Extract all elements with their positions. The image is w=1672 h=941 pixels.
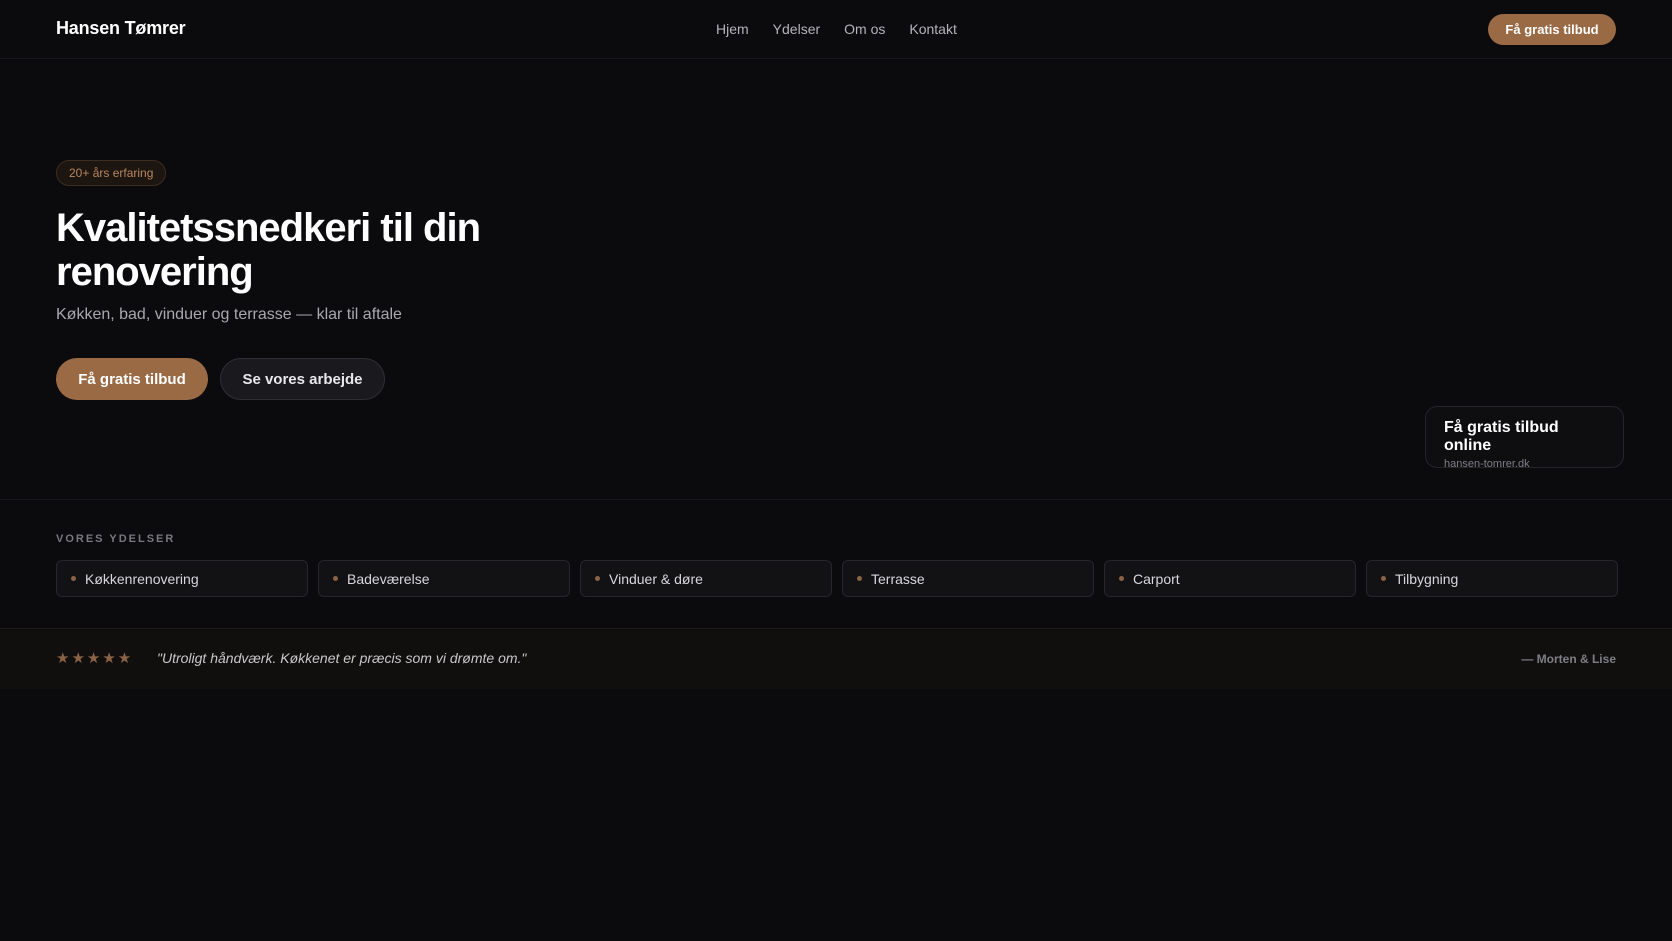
service-label: Terrasse — [871, 570, 925, 587]
service-item[interactable]: Terrasse — [842, 560, 1094, 597]
service-label: Badeværelse — [347, 570, 430, 587]
service-label: Vinduer & døre — [609, 570, 703, 587]
service-item[interactable]: Vinduer & døre — [580, 560, 832, 597]
hero-title: Kvalitetssnedkeri til din renovering — [56, 206, 481, 294]
main-nav: Hjem Ydelser Om os Kontakt — [716, 21, 981, 37]
services-section: VORES YDELSER Køkkenrenovering Badeværel… — [0, 499, 1672, 629]
testimonial-bar: ★★★★★ "Utroligt håndværk. Køkkenet er pr… — [0, 630, 1672, 689]
service-item[interactable]: Køkkenrenovering — [56, 560, 308, 597]
header-quote-button[interactable]: Få gratis tilbud — [1488, 14, 1616, 45]
service-label: Carport — [1133, 570, 1180, 587]
nav-link-ydelser[interactable]: Ydelser — [773, 21, 820, 37]
star-rating-icon: ★★★★★ — [56, 650, 134, 667]
service-label: Køkkenrenovering — [85, 570, 199, 587]
service-label: Tilbygning — [1395, 570, 1459, 587]
services-list: Køkkenrenovering Badeværelse Vinduer & d… — [56, 560, 1618, 597]
online-quote-title: Få gratis tilbud online — [1444, 419, 1559, 454]
site-header: Hansen Tømrer Hjem Ydelser Om os Kontakt… — [0, 0, 1672, 59]
brand-logo[interactable]: Hansen Tømrer — [56, 18, 186, 39]
bullet-icon — [595, 576, 600, 581]
bullet-icon — [71, 576, 76, 581]
nav-link-kontakt[interactable]: Kontakt — [909, 21, 956, 37]
service-item[interactable]: Badeværelse — [318, 560, 570, 597]
nav-link-hjem[interactable]: Hjem — [716, 21, 749, 37]
bullet-icon — [333, 576, 338, 581]
testimonial-quote: "Utroligt håndværk. Køkkenet er præcis s… — [157, 650, 527, 666]
service-item[interactable]: Tilbygning — [1366, 560, 1618, 597]
see-work-button[interactable]: Se vores arbejde — [220, 358, 385, 400]
hero-subtitle: Køkken, bad, vinduer og terrasse — klar … — [56, 306, 402, 323]
nav-link-om-os[interactable]: Om os — [844, 21, 885, 37]
online-quote-url: hansen-tomrer.dk — [1444, 458, 1530, 470]
bullet-icon — [1381, 576, 1386, 581]
experience-badge: 20+ års erfaring — [56, 160, 167, 186]
bullet-icon — [857, 576, 862, 581]
online-quote-card[interactable]: Få gratis tilbud online hansen-tomrer.dk — [1425, 406, 1624, 470]
testimonial-author: — Morten & Lise — [1521, 652, 1616, 666]
service-item[interactable]: Carport — [1104, 560, 1356, 597]
get-quote-button[interactable]: Få gratis tilbud — [56, 358, 208, 400]
services-heading: VORES YDELSER — [56, 533, 176, 545]
bullet-icon — [1119, 576, 1124, 581]
